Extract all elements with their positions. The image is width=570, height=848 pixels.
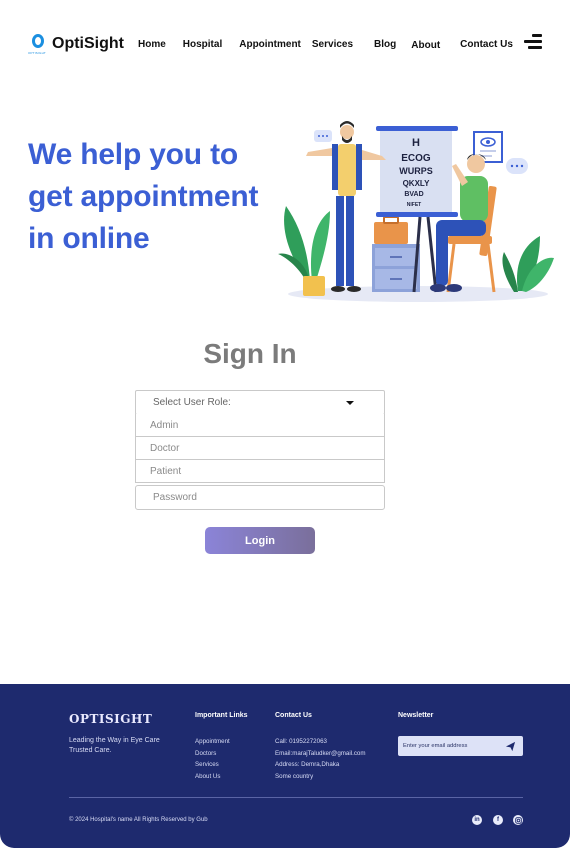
hero-line-1: We help you to: [28, 138, 238, 171]
chart-row-1: H: [412, 137, 420, 149]
nav-blog[interactable]: Blog: [374, 39, 396, 50]
footer: OPTISIGHT Leading the Way in Eye Care Tr…: [0, 684, 570, 848]
linkedin-icon[interactable]: in: [472, 815, 482, 825]
logo-small-text: OPTISIGHT: [28, 51, 46, 55]
logo-text: OptiSight: [52, 35, 124, 52]
contact-email: Email:marajTaludker@gmail.com: [275, 749, 366, 757]
chevron-down-icon: [346, 401, 354, 405]
nav-contact[interactable]: Contact Us: [460, 39, 513, 50]
facebook-icon[interactable]: f: [493, 815, 503, 825]
chart-row-2: ECOG: [401, 153, 431, 164]
user-role-select[interactable]: Select User Role:: [135, 390, 385, 415]
navbar: OPTISIGHT OptiSight Home Hospital Appoin…: [28, 28, 542, 60]
footer-brand: OPTISIGHT: [69, 712, 153, 726]
newsletter-title: Newsletter: [398, 712, 434, 719]
password-field[interactable]: Password: [135, 485, 385, 510]
chart-row-6: NIFET: [407, 202, 421, 208]
hero-heading: We help you to get appointment in online: [28, 134, 288, 260]
nav-home[interactable]: Home: [138, 39, 166, 50]
hamburger-menu-icon[interactable]: [524, 34, 542, 52]
page: OPTISIGHT OptiSight Home Hospital Appoin…: [0, 0, 570, 848]
role-option-doctor[interactable]: Doctor: [135, 437, 385, 460]
hero-line-3: in online: [28, 222, 150, 255]
nav-hospital[interactable]: Hospital: [183, 39, 222, 50]
chart-row-3: WURPS: [399, 166, 433, 176]
role-option-admin[interactable]: Admin: [135, 414, 385, 437]
role-option-patient[interactable]: Patient: [135, 460, 385, 483]
signin-title: Sign In: [203, 338, 297, 369]
important-links-list: Appointment Doctors Services About Us: [195, 736, 230, 783]
links-title: Important Links: [195, 712, 248, 719]
instagram-icon[interactable]: [513, 815, 523, 825]
contact-list: Call: 01952272063 Email:marajTaludker@gm…: [275, 736, 366, 783]
footer-tagline: Leading the Way in Eye Care Trusted Care…: [69, 737, 160, 754]
contact-country: Some country: [275, 773, 314, 781]
contact-phone: Call: 01952272063: [275, 738, 327, 745]
copyright: © 2024 Hospital's name All Rights Reserv…: [69, 817, 208, 823]
hero-line-2: get appointment: [28, 180, 259, 213]
footer-link-services[interactable]: Services: [195, 759, 230, 771]
nav-services[interactable]: Services: [312, 39, 353, 50]
contact-address: Address: Demra,Dhaka: [275, 761, 340, 769]
login-button[interactable]: Login: [205, 527, 315, 554]
send-icon[interactable]: [505, 741, 516, 752]
user-role-select-label: Select User Role:: [153, 397, 231, 408]
chart-row-5: BVAD: [404, 191, 423, 198]
chart-row-4: QKXLY: [403, 179, 430, 188]
newsletter-email-input[interactable]: Enter your email address: [398, 736, 523, 756]
newsletter-placeholder: Enter your email address: [403, 743, 468, 749]
footer-link-doctors[interactable]: Doctors: [195, 748, 230, 760]
eye-logo-icon: OPTISIGHT: [28, 32, 46, 56]
footer-divider: [69, 797, 523, 798]
nav-appointment[interactable]: Appointment: [239, 39, 301, 50]
logo[interactable]: OPTISIGHT OptiSight: [28, 32, 124, 56]
contact-title: Contact Us: [275, 712, 312, 719]
nav-about[interactable]: About: [411, 40, 440, 51]
eye-exam-illustration: H ECOG WURPS QKXLY BVAD NIFET: [278, 121, 554, 302]
footer-link-appointment[interactable]: Appointment: [195, 736, 230, 748]
footer-link-about[interactable]: About Us: [195, 771, 230, 783]
nav-links: Home Hospital Appointment Services Blog …: [138, 38, 513, 51]
